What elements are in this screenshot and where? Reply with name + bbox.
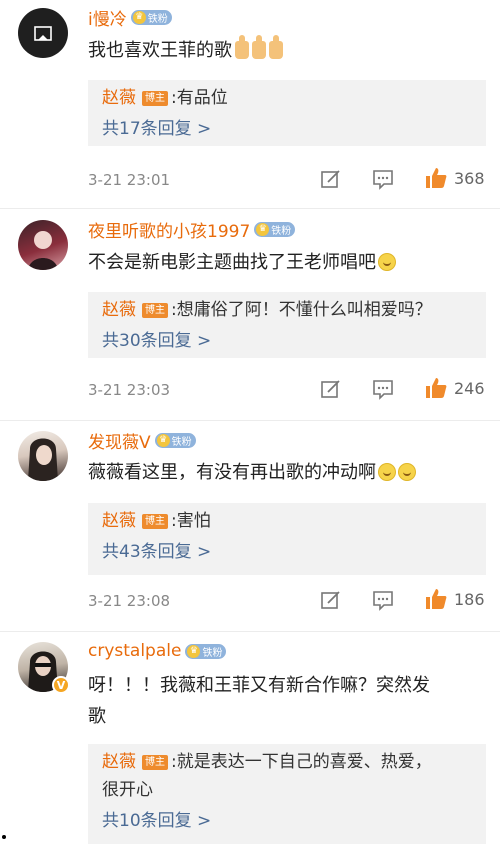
blogger-tag: 博主: [142, 91, 168, 106]
edit-icon[interactable]: [320, 378, 342, 400]
comment-item: V crystalpale ♛ 铁粉 呀！！！我薇和王菲又有新合作嘛？突然发 歌 …: [0, 634, 500, 844]
like-button[interactable]: 368: [424, 166, 485, 190]
avatar[interactable]: [18, 431, 68, 481]
divider: [0, 631, 500, 632]
avatar[interactable]: [18, 220, 68, 270]
blogger-tag: 博主: [142, 755, 168, 770]
view-replies-link[interactable]: 共17条回复 >: [102, 114, 472, 144]
reply-author[interactable]: 赵薇: [102, 88, 136, 108]
thumbs-up-icon: [269, 35, 283, 59]
blogger-tag: 博主: [142, 514, 168, 529]
crown-icon: ♛: [187, 644, 201, 658]
smile-icon: [378, 463, 396, 481]
reply-author[interactable]: 赵薇: [102, 300, 136, 320]
comment-icon[interactable]: [372, 168, 394, 190]
comment-text: 不会是新电影主题曲找了王老师唱吧: [88, 247, 488, 278]
view-replies-link[interactable]: 共43条回复 >: [102, 537, 472, 567]
divider: [0, 420, 500, 421]
reply-box[interactable]: 赵薇 博主:害怕 共43条回复 >: [88, 503, 486, 575]
timestamp: 3-21 23:03: [88, 381, 171, 399]
comment-item: 夜里听歌的小孩1997 ♛ 铁粉 不会是新电影主题曲找了王老师唱吧 赵薇 博主:想庸…: [0, 212, 500, 422]
smile-icon: [398, 463, 416, 481]
divider: [0, 208, 500, 209]
comment-icon[interactable]: [372, 589, 394, 611]
like-button[interactable]: 186: [424, 587, 485, 611]
thumbs-up-icon: [235, 35, 249, 59]
username[interactable]: 发现薇V: [88, 428, 151, 453]
reply-box[interactable]: 赵薇 博主:想庸俗了阿！不懂什么叫相爱吗？ 共30条回复 >: [88, 292, 486, 358]
reply-author[interactable]: 赵薇: [102, 511, 136, 531]
comment-text: 呀！！！我薇和王菲又有新合作嘛？突然发 歌: [88, 675, 430, 727]
view-replies-link[interactable]: 共10条回复 >: [102, 806, 472, 836]
blogger-tag: 博主: [142, 303, 168, 318]
reply-box[interactable]: 赵薇 博主:有品位 共17条回复 >: [88, 80, 486, 146]
reply-text: :害怕: [171, 511, 211, 531]
reply-text: :有品位: [171, 88, 228, 108]
fan-badge: ♛ 铁粉: [130, 9, 172, 25]
comment-text: 薇薇看这里，有没有再出歌的冲动啊: [88, 457, 488, 488]
like-count: 246: [454, 378, 485, 398]
fan-badge: ♛ 铁粉: [185, 643, 227, 659]
crown-icon: ♛: [132, 10, 146, 24]
comment-item: i慢冷 ♛ 铁粉 我也喜欢王菲的歌 赵薇 博主:有品位 共17条回复 > 3-21 …: [0, 0, 500, 210]
comment-item: 发现薇V ♛ 铁粉 薇薇看这里，有没有再出歌的冲动啊 赵薇 博主:害怕 共43条回复…: [0, 423, 500, 633]
reply-text: 很开心: [102, 780, 153, 800]
username[interactable]: 夜里听歌的小孩1997: [88, 217, 250, 242]
reply-text: :就是表达一下自己的喜爱、热爱，: [171, 752, 432, 772]
crown-icon: ♛: [156, 433, 170, 447]
timestamp: 3-21 23:08: [88, 592, 171, 610]
edit-icon[interactable]: [320, 168, 342, 190]
like-button[interactable]: 246: [424, 376, 485, 400]
like-count: 186: [454, 589, 485, 609]
crown-icon: ♛: [256, 222, 270, 236]
comment-text: 我也喜欢王菲的歌: [88, 35, 488, 66]
reply-box[interactable]: 赵薇 博主:就是表达一下自己的喜爱、热爱， 很开心 共10条回复 >: [88, 744, 486, 844]
view-replies-link[interactable]: 共30条回复 >: [102, 326, 472, 356]
reply-author[interactable]: 赵薇: [102, 752, 136, 772]
fan-badge: ♛ 铁粉: [154, 432, 196, 448]
avatar[interactable]: [18, 8, 68, 58]
fan-badge: ♛ 铁粉: [254, 221, 296, 237]
username[interactable]: crystalpale: [88, 641, 181, 661]
thumbs-up-icon: [252, 35, 266, 59]
edit-icon[interactable]: [320, 589, 342, 611]
reply-text: :想庸俗了阿！不懂什么叫相爱吗？: [171, 300, 432, 320]
like-icon: [426, 168, 447, 188]
page-dot: [2, 835, 6, 839]
timestamp: 3-21 23:01: [88, 171, 171, 189]
like-icon: [426, 589, 447, 609]
like-count: 368: [454, 168, 485, 188]
smile-icon: [378, 253, 396, 271]
comment-icon[interactable]: [372, 378, 394, 400]
username[interactable]: i慢冷: [88, 5, 127, 30]
like-icon: [426, 378, 447, 398]
verified-icon: V: [52, 676, 70, 694]
